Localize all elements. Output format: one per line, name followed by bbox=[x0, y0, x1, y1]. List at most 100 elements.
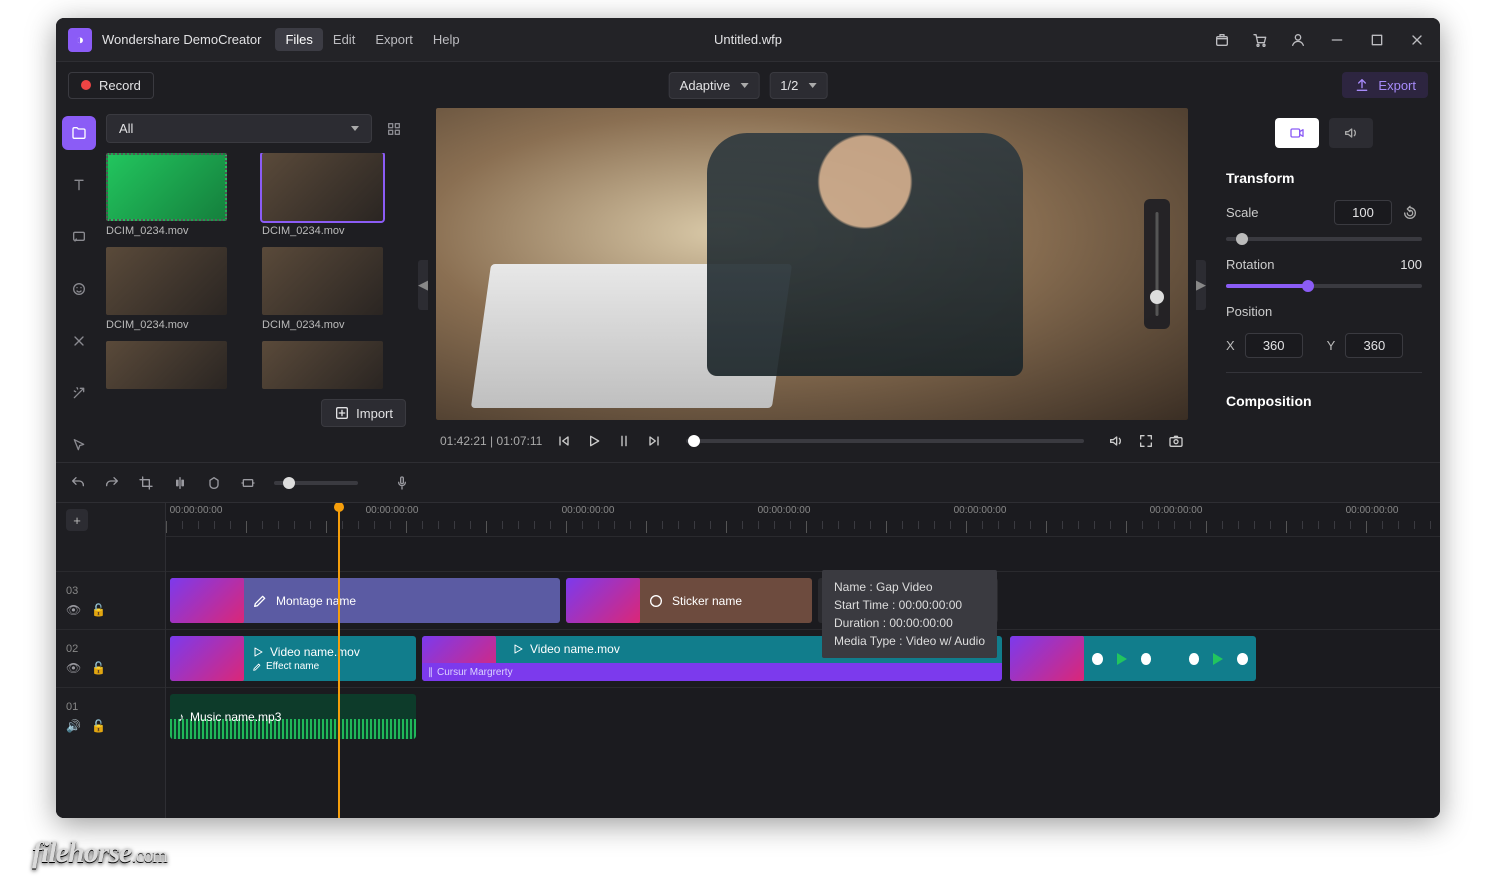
media-clip[interactable] bbox=[262, 341, 406, 389]
collapse-right-handle[interactable]: ▶ bbox=[1196, 260, 1206, 310]
playback-scale-dropdown[interactable]: 1/2 bbox=[769, 72, 827, 99]
timeline-clip[interactable]: Sticker name bbox=[566, 578, 812, 623]
voiceover-button[interactable] bbox=[394, 475, 410, 491]
track-header[interactable]: 02 👁 🔓 bbox=[56, 629, 165, 687]
playhead[interactable] bbox=[338, 503, 340, 818]
view-mode-button[interactable] bbox=[382, 117, 406, 141]
tab-video[interactable] bbox=[1275, 118, 1319, 148]
timeline-ruler[interactable]: 00:00:00:00 00:00:00:00 00:00:00:00 00:0… bbox=[166, 503, 1440, 537]
close-button[interactable] bbox=[1402, 25, 1432, 55]
slider-knob[interactable] bbox=[1236, 233, 1248, 245]
menu-export[interactable]: Export bbox=[365, 28, 423, 51]
menu-files[interactable]: Files bbox=[275, 28, 322, 51]
rail-effects[interactable] bbox=[62, 376, 96, 410]
rail-caption[interactable] bbox=[62, 220, 96, 254]
undo-button[interactable] bbox=[70, 475, 86, 491]
x-label: X bbox=[1226, 338, 1235, 353]
fit-button[interactable] bbox=[240, 475, 256, 491]
track-row[interactable]: ♪ Music name.mp3 bbox=[166, 687, 1440, 745]
menu-help[interactable]: Help bbox=[423, 28, 470, 51]
position-x-input[interactable] bbox=[1245, 333, 1303, 358]
tab-audio[interactable] bbox=[1329, 118, 1373, 148]
media-clip[interactable] bbox=[106, 341, 250, 389]
rotation-slider[interactable] bbox=[1226, 284, 1422, 288]
account-icon[interactable] bbox=[1284, 26, 1312, 54]
zoom-knob[interactable] bbox=[283, 477, 295, 489]
lock-icon[interactable]: 🔓 bbox=[91, 719, 106, 733]
timeline-clip[interactable]: Montage name bbox=[170, 578, 560, 623]
track-row[interactable]: Montage name Sticker name Name : Gap Vid… bbox=[166, 571, 1440, 629]
record-button[interactable]: Record bbox=[68, 72, 154, 99]
keyframe-dot[interactable] bbox=[1141, 653, 1152, 665]
maximize-button[interactable] bbox=[1362, 25, 1392, 55]
scale-slider[interactable] bbox=[1226, 237, 1422, 241]
audio-button[interactable] bbox=[1108, 433, 1124, 449]
media-clip[interactable]: DCIM_0234.mov bbox=[106, 153, 250, 237]
timeline-audio-clip[interactable]: ♪ Music name.mp3 bbox=[170, 694, 416, 739]
rail-media[interactable] bbox=[62, 116, 96, 150]
cart-icon[interactable] bbox=[1246, 26, 1274, 54]
keyframe-dot[interactable] bbox=[1092, 653, 1103, 665]
keyframe-dot[interactable] bbox=[1189, 653, 1200, 665]
eye-icon[interactable]: 👁 bbox=[66, 603, 81, 617]
rail-sticker[interactable] bbox=[62, 272, 96, 306]
timeline: + 03 👁🔓 02 👁🔓 01 🔊🔓 00:00:00:00 00:00:00… bbox=[56, 502, 1440, 818]
export-button[interactable]: Export bbox=[1342, 72, 1428, 98]
preview-person bbox=[707, 133, 1023, 376]
scrubber-handle[interactable] bbox=[688, 435, 700, 447]
preview-scrubber[interactable] bbox=[686, 439, 1084, 443]
import-button[interactable]: Import bbox=[321, 399, 406, 427]
track-number: 02 bbox=[66, 643, 165, 655]
minimize-button[interactable] bbox=[1322, 25, 1352, 55]
track-header[interactable]: 01 🔊🔓 bbox=[56, 687, 165, 745]
split-button[interactable] bbox=[172, 475, 188, 491]
ruler-label: 00:00:00:00 bbox=[170, 505, 223, 516]
track-header[interactable]: 03 👁🔓 bbox=[56, 571, 165, 629]
titlebar: ◑ Wondershare DemoCreator Files Edit Exp… bbox=[56, 18, 1440, 62]
lock-icon[interactable]: 🔓 bbox=[91, 661, 106, 675]
track-row[interactable]: Video name.mov Effect name Video name.mo… bbox=[166, 629, 1440, 687]
pause-button[interactable] bbox=[616, 433, 632, 449]
media-clip[interactable]: DCIM_0234.mov bbox=[262, 153, 406, 237]
media-filter-dropdown[interactable]: All bbox=[106, 114, 372, 143]
store-icon[interactable] bbox=[1208, 26, 1236, 54]
playback-quality-dropdown[interactable]: Adaptive bbox=[669, 72, 760, 99]
rail-cursor[interactable] bbox=[62, 428, 96, 462]
keyframe-dot[interactable] bbox=[1237, 653, 1248, 665]
scale-input[interactable] bbox=[1334, 200, 1392, 225]
keyframe-arrow-icon bbox=[1213, 653, 1223, 665]
menu-edit[interactable]: Edit bbox=[323, 28, 365, 51]
media-clip[interactable]: DCIM_0234.mov bbox=[262, 247, 406, 331]
next-frame-button[interactable] bbox=[646, 433, 662, 449]
fullscreen-button[interactable] bbox=[1138, 433, 1154, 449]
volume-knob[interactable] bbox=[1150, 290, 1164, 304]
prev-frame-button[interactable] bbox=[556, 433, 572, 449]
reset-scale-button[interactable] bbox=[1398, 201, 1422, 225]
ruler-label: 00:00:00:00 bbox=[1346, 505, 1399, 516]
slider-knob[interactable] bbox=[1302, 280, 1314, 292]
rail-transition[interactable] bbox=[62, 324, 96, 358]
snapshot-button[interactable] bbox=[1168, 433, 1184, 449]
crop-button[interactable] bbox=[138, 475, 154, 491]
redo-button[interactable] bbox=[104, 475, 120, 491]
preview-volume-slider[interactable] bbox=[1144, 199, 1170, 329]
tracks-area[interactable]: 00:00:00:00 00:00:00:00 00:00:00:00 00:0… bbox=[166, 503, 1440, 818]
timeline-clip[interactable] bbox=[1010, 636, 1256, 681]
media-clip[interactable]: DCIM_0234.mov bbox=[106, 247, 250, 331]
record-label: Record bbox=[99, 78, 141, 93]
timeline-zoom-slider[interactable] bbox=[274, 481, 358, 485]
clip-title: Sticker name bbox=[672, 594, 742, 608]
position-y-input[interactable] bbox=[1345, 333, 1403, 358]
lock-icon[interactable]: 🔓 bbox=[91, 603, 106, 617]
audio-icon[interactable]: 🔊 bbox=[66, 719, 81, 733]
rail-text[interactable] bbox=[62, 168, 96, 202]
preview-canvas[interactable] bbox=[436, 108, 1188, 420]
marker-button[interactable] bbox=[206, 475, 222, 491]
play-icon bbox=[512, 643, 524, 655]
clip-thumbnail bbox=[262, 153, 383, 221]
timeline-clip[interactable]: Video name.mov Effect name bbox=[170, 636, 416, 681]
add-track-button[interactable]: + bbox=[66, 509, 88, 531]
collapse-left-handle[interactable]: ◀ bbox=[418, 260, 428, 310]
eye-icon[interactable]: 👁 bbox=[66, 661, 81, 675]
play-button[interactable] bbox=[586, 433, 602, 449]
